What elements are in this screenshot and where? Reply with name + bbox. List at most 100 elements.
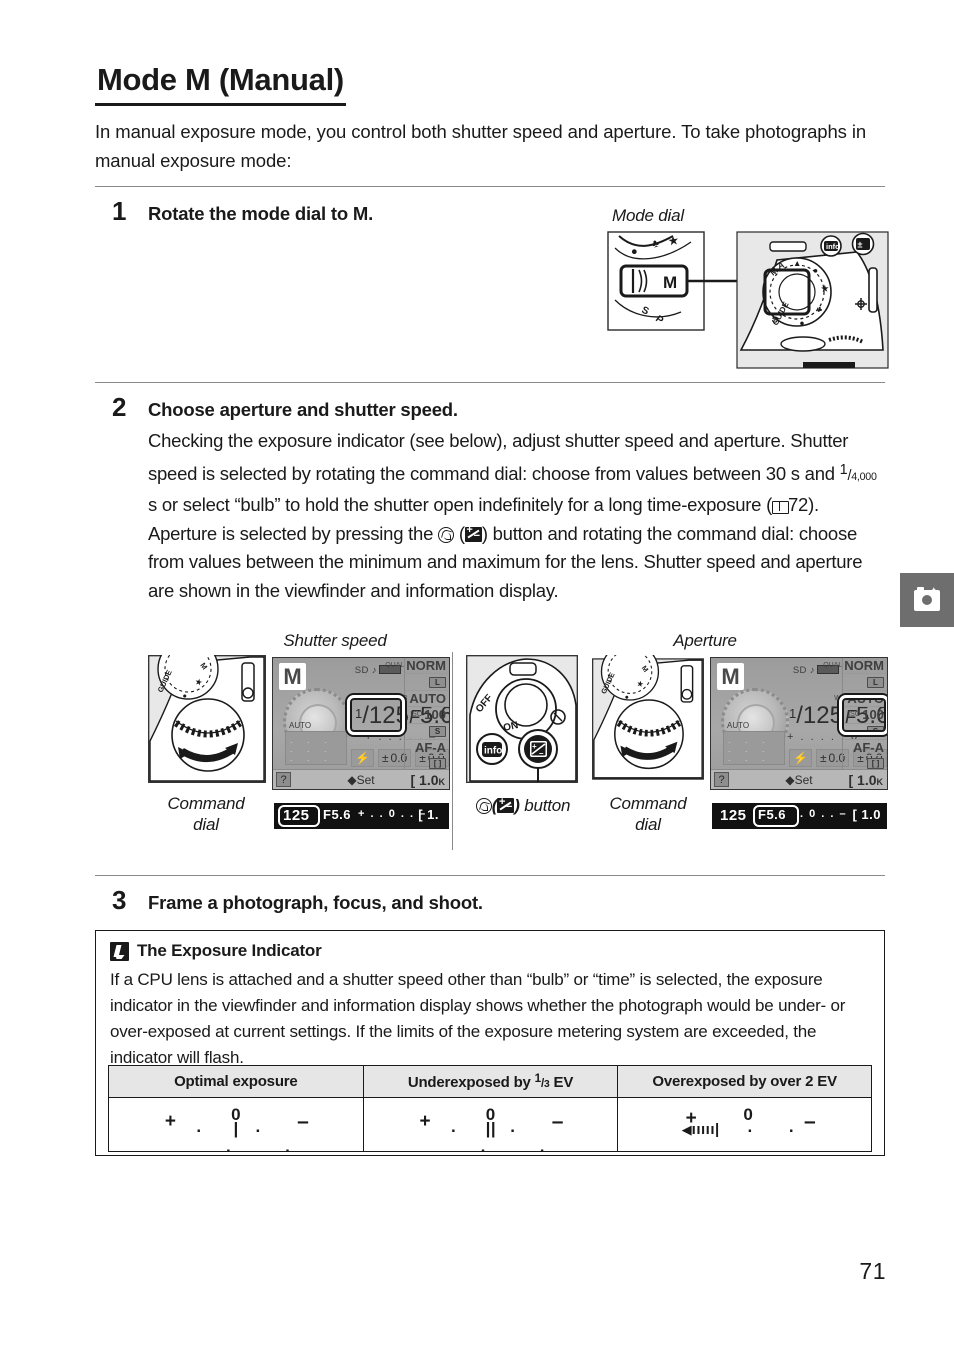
rc-wb-left: WB AUTO [396,691,449,708]
step-3-heading: Frame a photograph, focus, and shoot. [148,892,483,913]
svg-text:M: M [663,273,677,292]
info-display-midrow-left: ⚡ ±0.0 ±0.0 [351,748,449,767]
mode-dial-illustration: ♣ ★ ● M S P info ± ▲ ● ★ ♣ ● G M A GUIDE [607,230,889,370]
rc-release-left: S [405,724,449,740]
indicator-arrow-over: ◀ [681,1122,692,1138]
af-area-grid-right: AUTO . . .. . .. . . [723,721,785,765]
info-display-mode-left: M [279,663,306,690]
sd-card-label-left: SD [354,665,369,676]
shutter-fraction-denominator: 4,000 [851,470,877,483]
shutter-fraction: 1/4,000 [839,461,877,484]
info-display-right: M SD ♪ 1/125 F5.6 + . . . . . 0 AUTO . .… [710,657,888,790]
page-reference: 72 [788,494,809,516]
note-heading: The Exposure Indicator [110,941,322,961]
viewfinder-strip-left: 125 F5.6 + . . 0 . . – [ 1. [274,803,449,829]
svg-text:info: info [484,746,502,757]
table-header-row: Optimal exposure Underexposed by 1/3 EV … [108,1065,872,1098]
step-2-body: Checking the exposure indicator (see bel… [148,427,886,605]
auto-label-right: AUTO [727,721,750,730]
command-dial-caption-left: Command dial [167,794,245,834]
command-dial-illustration-right: M ★ ● GUIDE [592,655,704,783]
exposure-button-caption: (−) button [458,795,588,816]
table-header-optimal: Optimal exposure [108,1065,364,1098]
indicator-underexposed: + 0 . . . . || – [405,1105,575,1156]
page-title-wrap: Mode M (Manual) [95,62,885,106]
divider-rule-1 [95,186,885,187]
step-2-number: 2 [112,392,127,422]
ss-den-right: 125 [802,702,843,729]
page-number: 71 [859,1258,886,1284]
af-points-left: . . .. . .. . . [290,735,333,763]
pencil-icon [110,941,129,961]
step-2-body-part1: Checking the exposure indicator (see bel… [148,430,849,484]
flash-mode-cell-left: ⚡ [351,748,374,767]
rc-afmode-right: AF-A [843,740,887,757]
command-dial-illustration-left: M ★ ● GUIDE [148,655,266,783]
command-dial-caption-right: Command dial [609,794,687,834]
exposure-comp-icon-caption: − [497,795,515,813]
book-reference-icon [772,501,790,515]
shutter-speed-highlight-left [347,695,405,735]
cell-overexposed: + 0 . . ◀ ııııı| – [617,1097,872,1152]
aperture-icon-caption [475,798,492,814]
aperture-highlight-right [839,695,887,735]
rc-size-left: L [405,674,449,691]
cell-underexposed: + 0 . . . . || – [362,1097,619,1156]
camera-icon: ✦ [914,585,940,611]
aperture-button-icon [438,526,454,543]
svg-text:▲: ▲ [793,258,801,268]
svg-text:–: – [539,749,544,758]
note-title: The Exposure Indicator [137,941,322,960]
rc-iso-left: ISO 100 [405,707,449,724]
auto-label-left: AUTO [289,721,312,730]
vf-shutter-highlight-left [278,805,320,827]
note-body: If a CPU lens is attached and a shutter … [110,970,846,1067]
indicator-optimal: + 0 . . . . | – [151,1105,321,1156]
flash-mode-cell-right: ⚡ [789,748,812,767]
divider-rule-3 [95,875,885,876]
shutter-fraction-numerator: 1 [839,461,848,478]
table-header-underexposed: Underexposed by 1/3 EV [362,1065,619,1098]
vf-aperture-left: F5.6 [323,807,352,822]
mode-dial-caption: Mode dial [612,206,684,225]
step-1-heading: Rotate the mode dial to M. [148,203,374,224]
info-display-bottom-bar-right: ? ◆Set [ 1.0K [711,769,887,789]
side-tab-shooting[interactable]: ✦ [900,573,954,627]
indicator-bar-optimal: | [233,1119,239,1139]
help-icon-left: ? [276,772,291,787]
vf-indicator-right: . 0 . . – [800,808,848,820]
step-2-body-part2: s or select “bulb” to hold the shutter o… [148,494,773,516]
svg-text:+: + [532,742,537,751]
rc-size-right: L [843,674,887,691]
table-row: + 0 . . . . | – + 0 . . . . || – + 0 . .… [108,1097,872,1156]
vf-frames-right: [ 1.0 [852,807,881,822]
shutter-speed-value-right: 1/125 [789,702,843,729]
vf-indicator-left: + . . 0 . . – [358,808,427,820]
viewfinder-strip-right: 125 F5.6 . 0 . . – [ 1.0 [712,803,887,829]
rc-adl-left: ADLOFF [405,789,449,790]
divider-rule-2 [95,382,885,383]
set-label-left: ◆Set [347,772,375,787]
rc-qual-left: QUAL NORM [385,658,449,675]
info-display-left: M SD ♪ 1/125 F5.6 + . . . . . – AUTO . .… [272,657,450,790]
shutter-speed-figure-caption: Shutter speed [283,631,387,650]
vf-aperture-highlight-right [753,805,799,827]
rc-afmode-left: AF-A [405,740,449,757]
af-points-right: . . .. . .. . . [728,735,771,763]
frames-remaining-right: [ 1.0K [848,771,883,788]
indicator-bar-under: || [485,1119,497,1139]
exposure-indicator-table: Optimal exposure Underexposed by 1/3 EV … [108,1065,872,1156]
info-display-mode-right: M [717,663,744,690]
af-area-grid-left: AUTO . . .. . .. . . [285,721,347,765]
figure-separator [452,652,453,850]
indicator-overexposed: + 0 . . ◀ ııııı| – [660,1105,830,1138]
vf-shutter-right: 125 [720,807,747,824]
step-1-number: 1 [112,196,127,226]
info-display-midrow-right: ⚡ ±0.0 ±0.0 [789,748,887,767]
info-display-bottom-bar-left: ? ◆Set [ 1.0K [273,769,449,789]
star-accent-icon: ✦ [929,585,938,597]
underexposed-fraction: 1/3 [534,1072,550,1090]
rc-qual-right: QUAL NORM [823,658,887,675]
table-header-overexposed: Overexposed by over 2 EV [617,1065,872,1098]
intro-paragraph: In manual exposure mode, you control bot… [95,121,867,171]
